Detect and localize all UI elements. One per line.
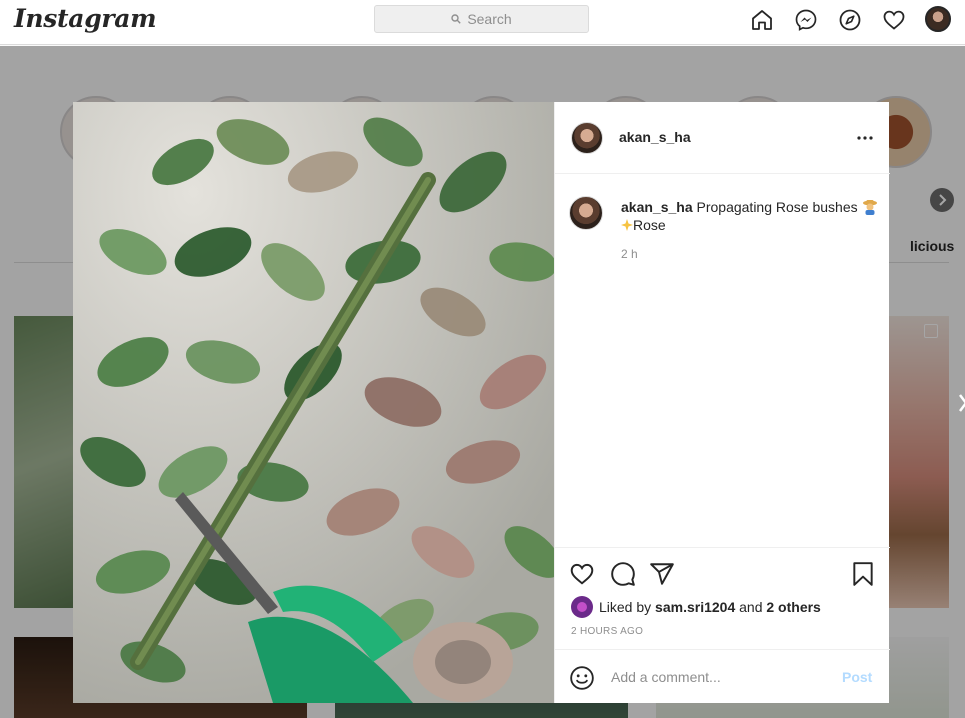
home-button[interactable] bbox=[749, 7, 775, 33]
liked-by-prefix: Liked by bbox=[599, 599, 652, 615]
rose-cuttings-photo bbox=[73, 102, 554, 703]
add-comment-bar: Post bbox=[555, 649, 890, 703]
like-heart-icon[interactable] bbox=[569, 561, 595, 587]
author-avatar[interactable] bbox=[571, 122, 603, 154]
comment-icon[interactable] bbox=[610, 561, 636, 587]
search-placeholder: Search bbox=[467, 11, 512, 27]
caption-author-avatar[interactable] bbox=[569, 196, 603, 230]
post-modal: akan_s_ha akan_s_ha Propagating Rose bus… bbox=[73, 102, 890, 703]
farmer-emoji-icon bbox=[862, 200, 877, 215]
post-comment-button[interactable]: Post bbox=[842, 669, 872, 685]
liker-avatar[interactable] bbox=[571, 596, 593, 618]
post-header: akan_s_ha bbox=[555, 102, 890, 174]
post-details-panel: akan_s_ha akan_s_ha Propagating Rose bus… bbox=[554, 102, 890, 703]
emoji-picker-icon[interactable] bbox=[569, 665, 595, 691]
caption-body: Propagating Rose bushes bbox=[696, 199, 858, 215]
caption-timestamp[interactable]: 2 h bbox=[621, 247, 638, 261]
liked-by-and: and bbox=[739, 599, 763, 615]
liker-avatar-icon bbox=[577, 602, 587, 612]
post-actions-section: Liked by sam.sri1204 and 2 others 2 HOUR… bbox=[555, 547, 890, 701]
author-username[interactable]: akan_s_ha bbox=[619, 129, 691, 145]
messenger-button[interactable] bbox=[793, 7, 819, 33]
caption-username[interactable]: akan_s_ha bbox=[621, 199, 693, 215]
home-icon bbox=[752, 10, 772, 30]
caption-text: akan_s_ha Propagating Rose bushes Rose bbox=[621, 198, 883, 234]
heart-icon bbox=[883, 10, 905, 30]
caption-line-2: Rose bbox=[633, 217, 666, 233]
liked-by-user[interactable]: sam.sri1204 bbox=[655, 599, 735, 615]
bookmark-icon[interactable] bbox=[850, 561, 876, 587]
comment-input[interactable] bbox=[611, 664, 831, 690]
more-options-icon[interactable] bbox=[857, 136, 873, 140]
profile-avatar[interactable] bbox=[925, 6, 951, 32]
post-timestamp[interactable]: 2 HOURS AGO bbox=[571, 626, 643, 637]
post-photo[interactable] bbox=[73, 102, 554, 703]
sparkles-emoji-icon bbox=[621, 219, 633, 231]
likes-summary: Liked by sam.sri1204 and 2 others bbox=[571, 596, 821, 618]
messenger-icon bbox=[795, 9, 817, 31]
top-nav-bar: Instagram Search bbox=[0, 0, 965, 45]
search-icon bbox=[451, 14, 462, 24]
activity-button[interactable] bbox=[881, 7, 907, 33]
search-input[interactable]: Search bbox=[374, 5, 589, 33]
explore-button[interactable] bbox=[837, 7, 863, 33]
instagram-logo[interactable]: Instagram bbox=[14, 4, 157, 33]
next-post-chevron-icon[interactable] bbox=[958, 393, 965, 413]
share-icon[interactable] bbox=[649, 561, 675, 587]
explore-icon bbox=[839, 9, 861, 31]
liked-by-others[interactable]: 2 others bbox=[766, 599, 820, 615]
